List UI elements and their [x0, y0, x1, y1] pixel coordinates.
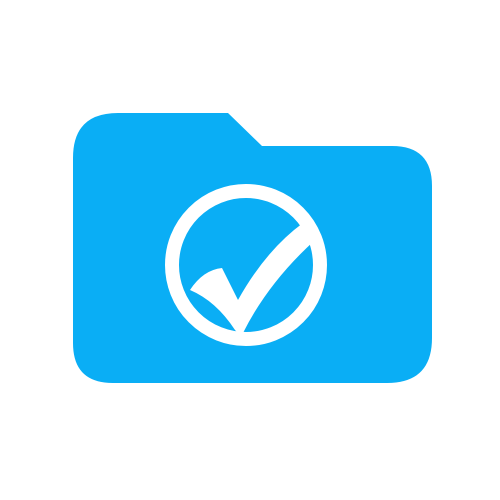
- icon-canvas: [0, 0, 500, 500]
- folder-check-icon: [73, 113, 432, 383]
